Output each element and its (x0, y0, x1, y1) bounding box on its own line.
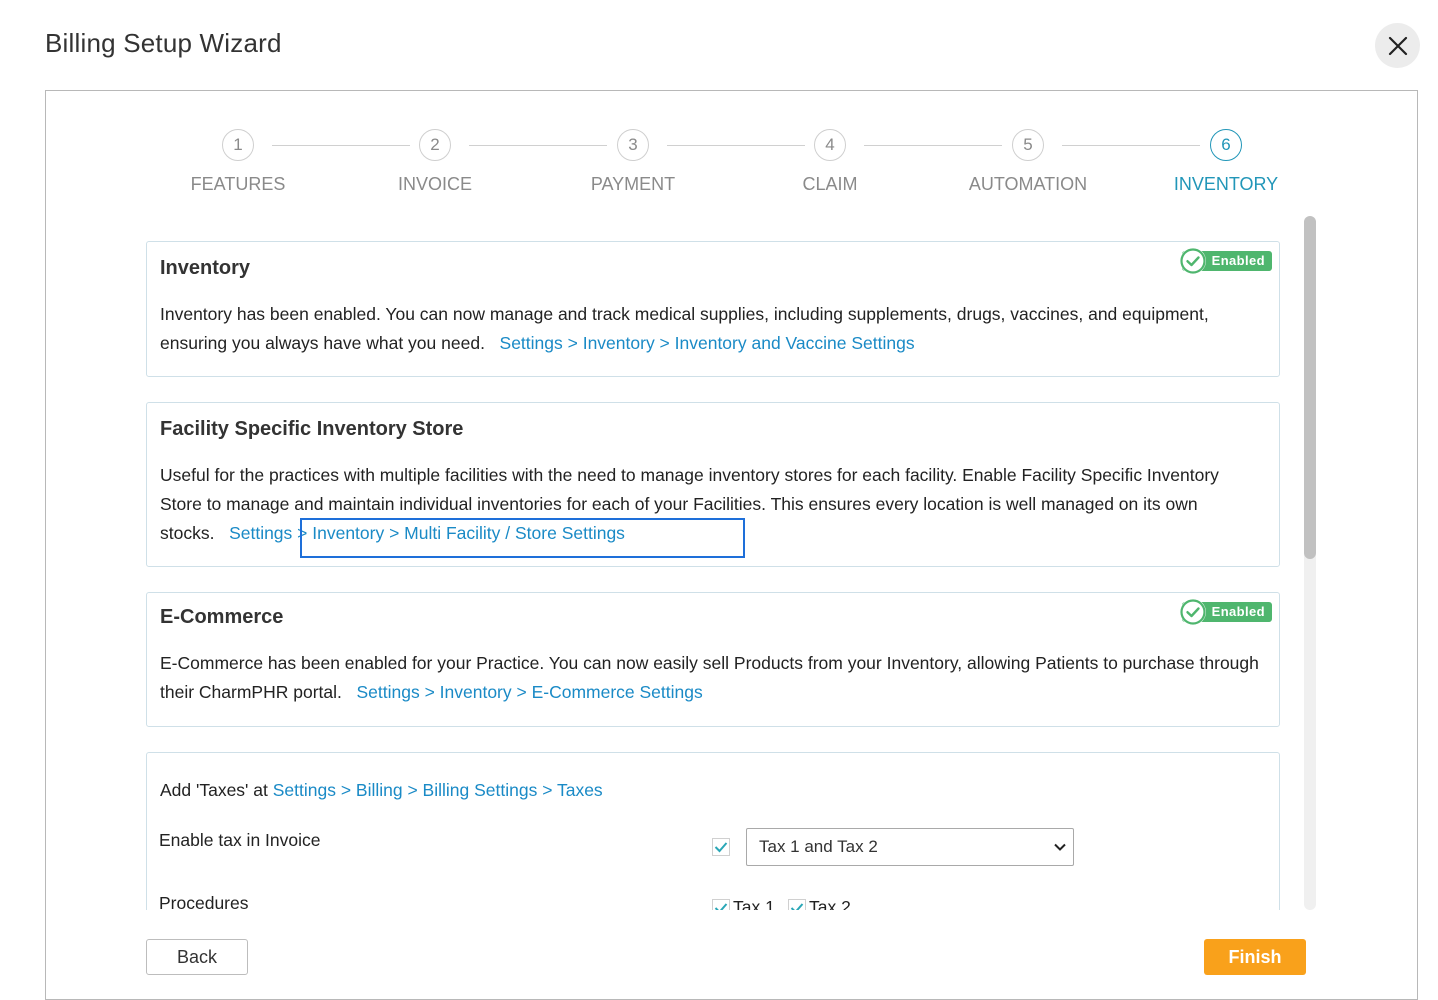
finish-button[interactable]: Finish (1204, 939, 1306, 975)
procedures-tax2-checkbox[interactable] (788, 899, 806, 910)
link-highlight-box (300, 518, 745, 558)
taxes-intro: Add 'Taxes' at Settings > Billing > Bill… (160, 776, 1260, 805)
step-label: FEATURES (190, 174, 286, 194)
enable-tax-label: Enable tax in Invoice (159, 830, 321, 850)
procedures-tax1-label: Tax 1 (733, 897, 775, 910)
card-text: E-Commerce has been enabled for your Pra… (160, 653, 1259, 702)
step-inventory[interactable]: 6 INVENTORY (1146, 129, 1306, 195)
step-features[interactable]: 1 FEATURES (158, 129, 318, 195)
procedures-tax2-label: Tax 2 (809, 897, 851, 910)
taxes-settings-link[interactable]: Settings > Billing > Billing Settings > … (273, 780, 603, 800)
step-claim[interactable]: 4 CLAIM (750, 129, 910, 195)
chevron-down-icon (1054, 843, 1066, 851)
step-number: 6 (1210, 129, 1242, 161)
status-badge: Enabled (1179, 599, 1272, 625)
inventory-card: Inventory Enabled Inventory has been ena… (146, 241, 1280, 377)
procedures-label: Procedures (159, 893, 249, 910)
step-automation[interactable]: 5 AUTOMATION (948, 129, 1108, 195)
ecommerce-card: E-Commerce Enabled E-Commerce has been e… (146, 592, 1280, 727)
scrollbar-thumb[interactable] (1304, 216, 1316, 559)
step-label: AUTOMATION (968, 174, 1088, 194)
enable-tax-checkbox[interactable] (712, 838, 730, 861)
ecommerce-settings-link[interactable]: Settings > Inventory > E-Commerce Settin… (356, 682, 702, 702)
taxes-intro-text: Add 'Taxes' at (160, 780, 268, 800)
card-title: Inventory (160, 257, 251, 279)
step-label: PAYMENT (590, 174, 676, 194)
card-description: E-Commerce has been enabled for your Pra… (160, 649, 1260, 707)
checkmark-icon (788, 899, 806, 910)
step-label: INVOICE (397, 174, 472, 194)
procedures-tax1-checkbox[interactable] (712, 899, 730, 910)
content-scrollbar[interactable] (1304, 216, 1316, 910)
step-number: 3 (617, 129, 649, 161)
status-badge: Enabled (1179, 248, 1272, 274)
card-description: Inventory has been enabled. You can now … (160, 300, 1260, 358)
step-payment[interactable]: 3 PAYMENT (553, 129, 713, 195)
wizard-stepper: 1 FEATURES 2 INVOICE 3 PAYMENT 4 CLAIM 5… (0, 0, 1438, 200)
badge-label: Enabled (1211, 604, 1265, 619)
wizard-content[interactable]: Inventory Enabled Inventory has been ena… (146, 216, 1280, 910)
step-number: 2 (419, 129, 451, 161)
checkmark-icon (712, 838, 730, 856)
card-title: E-Commerce (160, 606, 284, 628)
step-number: 5 (1012, 129, 1044, 161)
step-number: 1 (222, 129, 254, 161)
checkmark-icon (712, 899, 730, 910)
check-circle-icon (1179, 248, 1206, 274)
card-title: Facility Specific Inventory Store (160, 418, 464, 440)
step-invoice[interactable]: 2 INVOICE (355, 129, 515, 195)
tax-select-value: Tax 1 and Tax 2 (759, 837, 878, 856)
check-circle-icon (1179, 599, 1206, 625)
step-number: 4 (814, 129, 846, 161)
step-label: INVENTORY (1173, 174, 1279, 194)
inventory-settings-link[interactable]: Settings > Inventory > Inventory and Vac… (500, 333, 915, 353)
badge-label: Enabled (1211, 253, 1265, 268)
back-button[interactable]: Back (146, 939, 248, 975)
tax-select[interactable]: Tax 1 and Tax 2 (746, 828, 1074, 866)
step-label: CLAIM (802, 174, 858, 194)
